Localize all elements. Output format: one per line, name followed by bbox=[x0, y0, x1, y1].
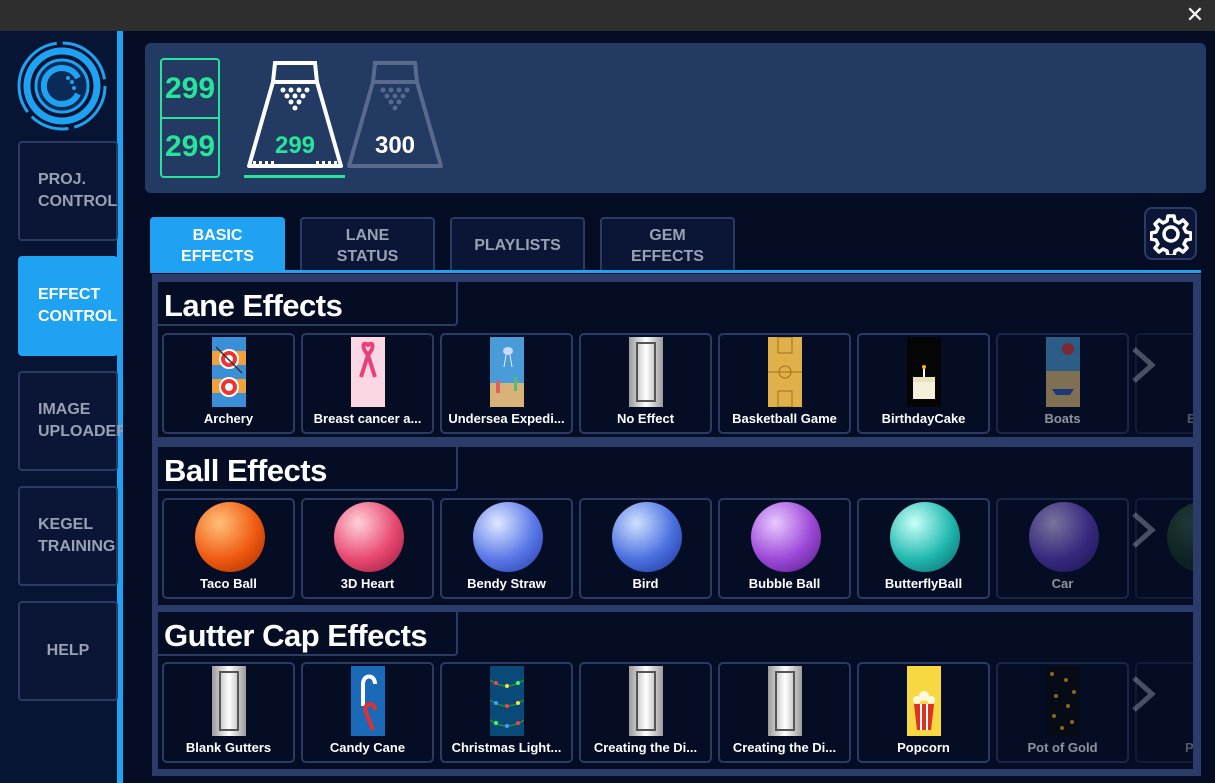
effect-card-label: No Effect bbox=[616, 411, 675, 426]
car-ball-icon bbox=[1029, 502, 1099, 572]
effect-card-label: 3D Heart bbox=[340, 576, 395, 591]
app-logo-icon bbox=[17, 41, 107, 131]
effect-card[interactable]: Pot of Gold bbox=[996, 662, 1129, 763]
effect-card-label: Car bbox=[1051, 576, 1074, 591]
effect-card[interactable]: Bubble Ball bbox=[718, 498, 851, 599]
effect-card-label: Archery bbox=[203, 411, 254, 426]
undersea-thumbnail bbox=[490, 337, 524, 407]
score-divider bbox=[162, 117, 218, 119]
tab-gem-effects[interactable]: GEM EFFECTS bbox=[600, 217, 735, 272]
tab-playlists[interactable]: PLAYLISTS bbox=[450, 217, 585, 272]
section-title: Ball Effects bbox=[164, 453, 327, 488]
sidebar-item-image-uploader[interactable]: IMAGE UPLOADER bbox=[18, 371, 128, 471]
effect-card-label: Bubble Ball bbox=[748, 576, 821, 591]
bubble-ball-icon bbox=[751, 502, 821, 572]
chevron-right-icon[interactable] bbox=[1118, 498, 1178, 599]
candy-cane-thumbnail bbox=[351, 666, 385, 736]
effect-card[interactable]: Archery bbox=[162, 333, 295, 434]
effect-card-label: Creating the Di... bbox=[732, 740, 837, 755]
chevron-right-icon[interactable] bbox=[1118, 333, 1178, 434]
taco-ball-icon bbox=[195, 502, 265, 572]
chevron-right-icon[interactable] bbox=[1118, 662, 1178, 763]
section-title: Lane Effects bbox=[164, 288, 343, 323]
gutter-blank-thumbnail bbox=[629, 666, 663, 736]
effect-card[interactable]: Bird bbox=[579, 498, 712, 599]
lane-selected-indicator bbox=[244, 175, 345, 178]
effect-card[interactable]: Breast cancer a... bbox=[301, 333, 434, 434]
close-icon[interactable]: ✕ bbox=[1183, 4, 1207, 28]
bird-ball-icon bbox=[612, 502, 682, 572]
heart-ball-icon bbox=[334, 502, 404, 572]
lane-selector-299[interactable]: 299 bbox=[245, 60, 345, 172]
effect-card-label: Taco Ball bbox=[200, 576, 257, 591]
lane-effects-section: Lane Effects Archery Breast cancer a... … bbox=[158, 282, 1193, 437]
butterfly-ball-icon bbox=[890, 502, 960, 572]
tab-basic-effects[interactable]: BASIC EFFECTS bbox=[150, 217, 285, 272]
effect-card[interactable]: Christmas Light... bbox=[440, 662, 573, 763]
effect-card-label: Popcorn bbox=[897, 740, 950, 755]
christmas-lights-thumbnail bbox=[490, 666, 524, 736]
effect-card[interactable]: Bendy Straw bbox=[440, 498, 573, 599]
effect-card-label: Blank Gutters bbox=[185, 740, 272, 755]
effect-card[interactable]: Undersea Expedi... bbox=[440, 333, 573, 434]
effect-card[interactable]: Taco Ball bbox=[162, 498, 295, 599]
effect-card-label: Bird bbox=[632, 576, 659, 591]
effect-card-label: Undersea Expedi... bbox=[448, 411, 565, 426]
boats-thumbnail bbox=[1046, 337, 1080, 407]
effect-card[interactable]: Popcorn bbox=[857, 662, 990, 763]
effect-card[interactable]: Candy Cane bbox=[301, 662, 434, 763]
effect-card-label: Bendy Straw bbox=[467, 576, 546, 591]
section-title: Gutter Cap Effects bbox=[164, 618, 428, 653]
effect-card[interactable]: Basketball Game bbox=[718, 333, 851, 434]
gear-icon bbox=[1149, 213, 1192, 255]
pink-ribbon-thumbnail bbox=[351, 337, 385, 407]
birthday-cake-thumbnail bbox=[907, 337, 941, 407]
blank-gutters-thumbnail bbox=[212, 666, 246, 736]
effect-card-label: Boats bbox=[1044, 411, 1081, 426]
effect-card-label: ButterflyBall bbox=[884, 576, 963, 591]
effect-card-label: BirthdayCake bbox=[881, 411, 966, 426]
settings-button[interactable] bbox=[1144, 207, 1197, 260]
lane-number: 299 bbox=[274, 132, 316, 159]
effect-card-label: Breast cancer a... bbox=[313, 411, 422, 426]
score-top: 299 bbox=[164, 72, 216, 105]
gutter-blank-thumbnail bbox=[768, 666, 802, 736]
no-effect-thumbnail bbox=[629, 337, 663, 407]
effect-card-label: Candy Cane bbox=[329, 740, 406, 755]
effect-card[interactable]: Boats bbox=[996, 333, 1129, 434]
effect-card[interactable]: ButterflyBall bbox=[857, 498, 990, 599]
sidebar-item-kegel-training[interactable]: KEGEL TRAINING bbox=[18, 486, 118, 586]
effect-card-label: Creating the Di... bbox=[593, 740, 698, 755]
section-title-frame: Lane Effects bbox=[158, 282, 458, 326]
popcorn-thumbnail bbox=[907, 666, 941, 736]
sidebar-item-effect-control[interactable]: EFFECT CONTROL bbox=[18, 256, 118, 356]
effect-card[interactable]: 3D Heart bbox=[301, 498, 434, 599]
effect-card[interactable]: No Effect bbox=[579, 333, 712, 434]
basketball-thumbnail bbox=[768, 337, 802, 407]
section-title-frame: Ball Effects bbox=[158, 447, 458, 491]
effect-card[interactable]: BirthdayCake bbox=[857, 333, 990, 434]
effect-card[interactable]: Creating the Di... bbox=[718, 662, 851, 763]
score-bottom: 299 bbox=[164, 130, 216, 163]
ball-effects-section: Ball Effects Taco Ball 3D Heart Bendy St… bbox=[158, 447, 1193, 605]
effect-card-label: Basketball Game bbox=[732, 411, 837, 426]
score-box: 299 299 bbox=[160, 58, 220, 178]
effect-card[interactable]: Creating the Di... bbox=[579, 662, 712, 763]
lane-selector-300[interactable]: 300 bbox=[345, 60, 445, 172]
title-bar: ✕ bbox=[0, 0, 1215, 31]
effect-card[interactable]: Blank Gutters bbox=[162, 662, 295, 763]
tab-lane-status[interactable]: LANE STATUS bbox=[300, 217, 435, 272]
effect-card-label: Pot of Gold bbox=[1027, 740, 1098, 755]
sidebar-item-help[interactable]: HELP bbox=[18, 601, 118, 701]
effect-card[interactable]: Car bbox=[996, 498, 1129, 599]
archery-thumbnail bbox=[212, 337, 246, 407]
lane-number: 300 bbox=[374, 132, 416, 159]
effect-card-label: Christmas Light... bbox=[451, 740, 562, 755]
sidebar-item-proj-control[interactable]: PROJ. CONTROL bbox=[18, 141, 118, 241]
bendy-straw-ball-icon bbox=[473, 502, 543, 572]
gutter-cap-effects-section: Gutter Cap Effects Blank Gutters Candy C… bbox=[158, 612, 1193, 769]
section-title-frame: Gutter Cap Effects bbox=[158, 612, 458, 656]
pot-of-gold-thumbnail bbox=[1046, 666, 1080, 736]
tab-bar-underline bbox=[150, 270, 1201, 273]
